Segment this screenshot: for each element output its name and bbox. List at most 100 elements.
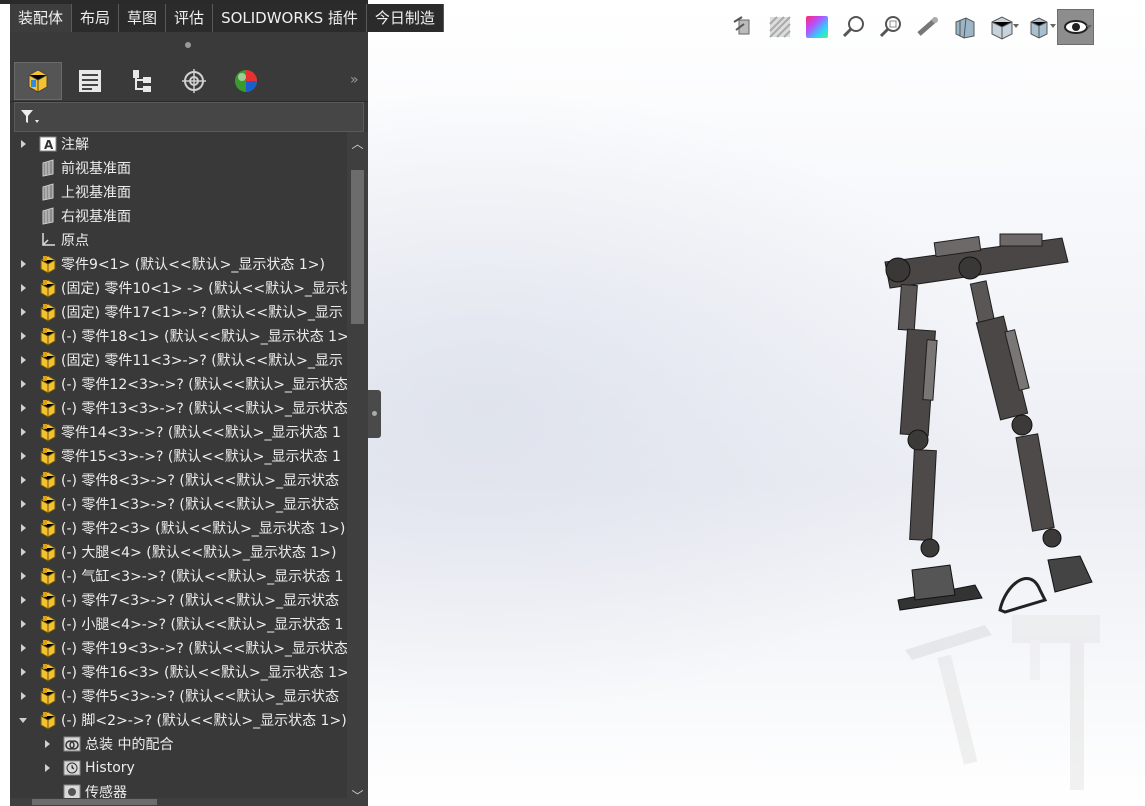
- appearance-icon[interactable]: [798, 9, 835, 45]
- expand-arrow-icon[interactable]: [18, 132, 28, 156]
- tree-item[interactable]: (-) 气缸<3>->? (默认<<默认>_显示状态 1: [10, 564, 347, 588]
- scroll-up-icon[interactable]: ︿: [350, 135, 365, 151]
- tree-item[interactable]: (-) 零件16<3> (默认<<默认>_显示状态 1>: [10, 660, 347, 684]
- expand-arrow-icon[interactable]: [18, 588, 28, 612]
- no-arrow: [18, 180, 28, 204]
- tab-assembly[interactable]: 装配体: [10, 4, 73, 32]
- hide-show-items-icon[interactable]: [1020, 9, 1057, 45]
- zoom-to-area-icon[interactable]: [872, 9, 909, 45]
- previous-view-icon[interactable]: [724, 9, 761, 45]
- featuremanager-icon: [28, 69, 48, 93]
- tree-item[interactable]: 零件14<3>->? (默认<<默认>_显示状态 1: [10, 420, 347, 444]
- tree-item[interactable]: (固定) 零件11<3>->? (默认<<默认>_显示: [10, 348, 347, 372]
- expand-arrow-icon[interactable]: [18, 492, 28, 516]
- tree-item[interactable]: (-) 脚<2>->? (默认<<默认>_显示状态 1>): [10, 708, 347, 732]
- featuremanager-tab[interactable]: [14, 62, 62, 100]
- tree-item[interactable]: 前视基准面: [10, 156, 347, 180]
- expand-arrow-icon[interactable]: [18, 540, 28, 564]
- part-icon: [38, 590, 58, 610]
- tree-item-label: 注解: [61, 137, 89, 153]
- tree-item[interactable]: (-) 零件19<3>->? (默认<<默认>_显示状态: [10, 636, 347, 660]
- expand-arrow-icon[interactable]: [18, 300, 28, 324]
- tree-item[interactable]: History: [10, 756, 347, 780]
- displaymanager-icon: [235, 70, 257, 92]
- section-view-icon[interactable]: [761, 9, 798, 45]
- tab-sketch[interactable]: 草图: [119, 4, 167, 32]
- tree-item-label: (-) 大腿<4> (默认<<默认>_显示状态 1>): [61, 545, 337, 561]
- tree-item[interactable]: (-) 零件5<3>->? (默认<<默认>_显示状态: [10, 684, 347, 708]
- heads-up-view-toolbar: [724, 8, 1094, 46]
- tree-item[interactable]: (-) 大腿<4> (默认<<默认>_显示状态 1>): [10, 540, 347, 564]
- plane-icon: [38, 182, 58, 202]
- tree-filter-bar[interactable]: [14, 102, 364, 132]
- tree-item[interactable]: (固定) 零件10<1> -> (默认<<默认>_显示状: [10, 276, 347, 300]
- expand-arrow-icon[interactable]: [18, 396, 28, 420]
- tab-solidworks-addins[interactable]: SOLIDWORKS 插件: [213, 4, 367, 32]
- expand-arrow-icon[interactable]: [18, 516, 28, 540]
- tree-item[interactable]: 总装 中的配合: [10, 732, 347, 756]
- tree-item[interactable]: 原点: [10, 228, 347, 252]
- tree-item[interactable]: (-) 零件7<3>->? (默认<<默认>_显示状态: [10, 588, 347, 612]
- tab-make-today[interactable]: 今日制造: [367, 4, 444, 32]
- tree-item[interactable]: 零件15<3>->? (默认<<默认>_显示状态 1: [10, 444, 347, 468]
- collapse-arrow-icon[interactable]: [18, 708, 28, 732]
- display-style-icon[interactable]: [983, 9, 1020, 45]
- displaymanager-tab[interactable]: [222, 62, 270, 100]
- hscroll-thumb[interactable]: [32, 799, 157, 805]
- expand-arrow-icon[interactable]: [18, 372, 28, 396]
- view-orientation-icon[interactable]: [946, 9, 983, 45]
- expand-arrow-icon[interactable]: [18, 420, 28, 444]
- tree-item[interactable]: 零件9<1> (默认<<默认>_显示状态 1>): [10, 252, 347, 276]
- rotate-view-icon[interactable]: [909, 9, 946, 45]
- expand-arrow-icon[interactable]: [18, 660, 28, 684]
- expand-arrow-icon[interactable]: [18, 636, 28, 660]
- dimxpertmanager-tab[interactable]: [170, 62, 218, 100]
- tree-item[interactable]: (-) 零件2<3> (默认<<默认>_显示状态 1>): [10, 516, 347, 540]
- origin-icon: [38, 230, 58, 250]
- plane-icon: [38, 206, 58, 226]
- tree-item[interactable]: (-) 零件1<3>->? (默认<<默认>_显示状态: [10, 492, 347, 516]
- tree-horizontal-scrollbar[interactable]: [10, 798, 347, 806]
- tree-item[interactable]: (-) 零件18<1> (默认<<默认>_显示状态 1>: [10, 324, 347, 348]
- edit-appearance-icon[interactable]: [1057, 9, 1094, 45]
- part-icon: [38, 614, 58, 634]
- tree-item[interactable]: (-) 零件12<3>->? (默认<<默认>_显示状态: [10, 372, 347, 396]
- tree-item[interactable]: (-) 小腿<4>->? (默认<<默认>_显示状态 1: [10, 612, 347, 636]
- propertymanager-icon: [79, 70, 101, 92]
- tree-item[interactable]: A 注解: [10, 132, 347, 156]
- expand-arrow-icon[interactable]: [42, 732, 52, 756]
- zoom-to-fit-icon[interactable]: [835, 9, 872, 45]
- part-icon: [38, 662, 58, 682]
- tree-item[interactable]: (固定) 零件17<1>->? (默认<<默认>_显示: [10, 300, 347, 324]
- no-arrow: [18, 204, 28, 228]
- expand-arrow-icon[interactable]: [18, 612, 28, 636]
- more-tabs-icon[interactable]: »: [350, 72, 359, 88]
- part-icon: [38, 494, 58, 514]
- expand-arrow-icon[interactable]: [18, 684, 28, 708]
- panel-collapse-handle[interactable]: [368, 390, 381, 438]
- expand-arrow-icon[interactable]: [18, 564, 28, 588]
- tree-item[interactable]: 右视基准面: [10, 204, 347, 228]
- tree-item[interactable]: 上视基准面: [10, 180, 347, 204]
- exoskeleton-legs-model[interactable]: [500, 220, 1140, 806]
- expand-arrow-icon[interactable]: [18, 348, 28, 372]
- expand-arrow-icon[interactable]: [42, 756, 52, 780]
- tree-item[interactable]: (-) 零件8<3>->? (默认<<默认>_显示状态: [10, 468, 347, 492]
- expand-arrow-icon[interactable]: [18, 468, 28, 492]
- expand-arrow-icon[interactable]: [18, 252, 28, 276]
- filter-icon: [21, 110, 39, 123]
- expand-arrow-icon[interactable]: [18, 444, 28, 468]
- tree-item[interactable]: (-) 零件13<3>->? (默认<<默认>_显示状态: [10, 396, 347, 420]
- manager-tabs: »: [10, 58, 368, 102]
- tree-vertical-scrollbar[interactable]: ︿ ﹀: [347, 132, 368, 806]
- scroll-thumb[interactable]: [351, 170, 364, 324]
- panel-grip[interactable]: [10, 32, 368, 58]
- scroll-down-icon[interactable]: ﹀: [350, 787, 365, 803]
- tab-evaluate[interactable]: 评估: [166, 4, 214, 32]
- expand-arrow-icon[interactable]: [18, 276, 28, 300]
- tab-layout[interactable]: 布局: [72, 4, 120, 32]
- tree-item-label: (-) 气缸<3>->? (默认<<默认>_显示状态 1: [61, 569, 344, 585]
- configurationmanager-tab[interactable]: [118, 62, 166, 100]
- propertymanager-tab[interactable]: [66, 62, 114, 100]
- expand-arrow-icon[interactable]: [18, 324, 28, 348]
